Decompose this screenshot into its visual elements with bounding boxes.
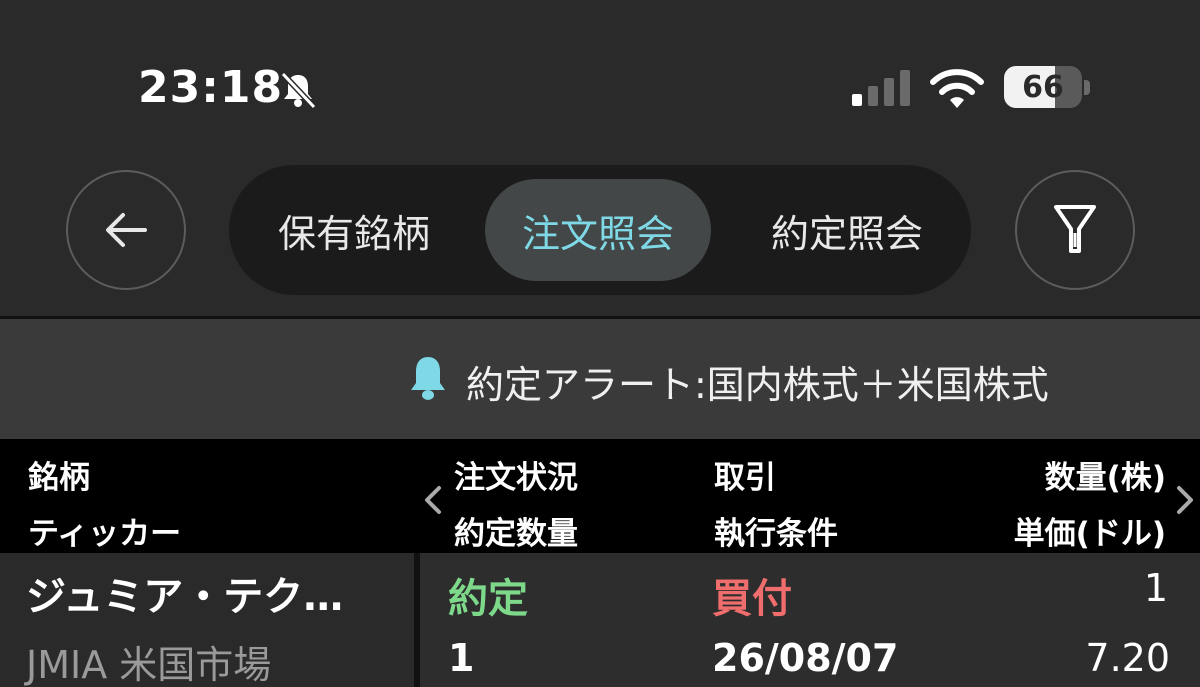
chevron-right-icon[interactable]: [1174, 485, 1196, 515]
ticker-market: JMIA 米国市場: [26, 643, 272, 687]
segment-tabs: 保有銘柄 注文照会 約定照会: [229, 165, 971, 295]
bell-slash-icon: [280, 71, 317, 110]
header-side: 取引: [714, 460, 776, 496]
tab-execution-inquiry[interactable]: 約定照会: [737, 179, 957, 281]
header-name: 銘柄: [28, 460, 90, 496]
status-bar: 23:18 66: [0, 0, 1200, 150]
battery-percent: 66: [1022, 69, 1064, 105]
bell-icon: [411, 357, 445, 400]
unit-price: 7.20: [1085, 636, 1170, 680]
filter-icon: [1054, 205, 1096, 253]
filter-button[interactable]: [1015, 170, 1135, 290]
header-status: 注文状況: [454, 460, 578, 496]
battery-icon: 66: [1004, 66, 1082, 108]
order-quantity: 1: [1143, 566, 1168, 610]
tab-order-inquiry[interactable]: 注文照会: [485, 179, 711, 281]
order-status: 約定: [448, 576, 528, 622]
trade-side: 買付: [712, 576, 792, 622]
battery-nub: [1084, 80, 1090, 95]
stock-name: ジュミア・テク…: [26, 574, 344, 620]
alert-text: 約定アラート:国内株式＋米国株式: [466, 363, 1049, 407]
status-time: 23:18: [138, 62, 284, 113]
back-button[interactable]: [66, 170, 186, 290]
arrow-left-icon: [106, 213, 147, 247]
header-quantity: 数量(株): [1044, 460, 1166, 496]
header-filled-qty: 約定数量: [454, 516, 578, 552]
chevron-left-icon[interactable]: [422, 485, 444, 515]
filled-quantity: 1: [448, 636, 475, 680]
tab-holdings[interactable]: 保有銘柄: [249, 179, 459, 281]
header-condition: 執行条件: [714, 516, 838, 552]
execution-condition-date: 26/08/07: [712, 636, 899, 680]
header-unit-price: 単価(ドル): [1013, 516, 1166, 552]
header-ticker: ティッカー: [28, 516, 182, 552]
wifi-icon: [930, 69, 984, 108]
cellular-signal-icon: [852, 70, 910, 106]
